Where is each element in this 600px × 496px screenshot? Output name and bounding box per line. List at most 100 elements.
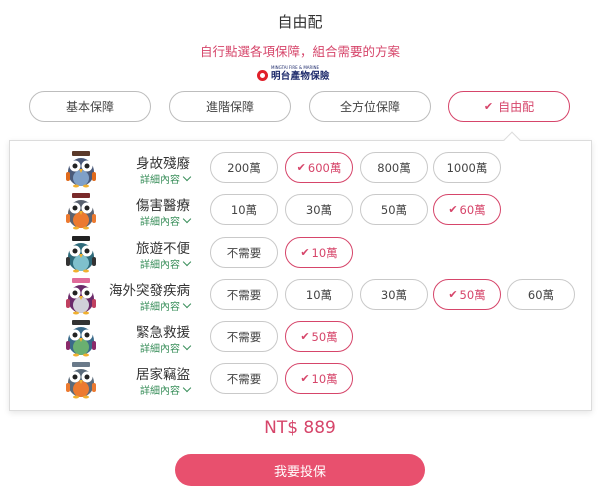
coverage-name: 旅遊不便	[136, 241, 190, 257]
coverage-option[interactable]: 50萬	[360, 194, 428, 225]
insurer-logo: MINGTAI FIRE & MARINE 明台產物保險	[257, 65, 335, 83]
page-subtitle: 自行點選各項保障，組合需要的方案	[199, 44, 400, 59]
detail-label: 詳細內容	[140, 175, 180, 186]
option-label: 10萬	[311, 371, 338, 386]
option-label: 50萬	[380, 202, 408, 217]
coverage-row: 傷害醫療詳細內容 10萬 30萬 50萬 ✔ 60萬	[0, 190, 600, 230]
owl-burglary-icon	[62, 361, 100, 399]
tab-comprehensive[interactable]: 全方位保障	[309, 91, 431, 122]
detail-link[interactable]: 詳細內容	[140, 298, 192, 313]
coverage-name: 身故殘廢	[136, 156, 190, 172]
option-label: 800萬	[377, 160, 411, 175]
option-label: 30萬	[305, 202, 333, 217]
option-label: 600萬	[307, 160, 342, 175]
panel-border	[519, 140, 592, 141]
coverage-option[interactable]: 不需要	[210, 363, 278, 394]
total-price: NT$ 889	[264, 418, 336, 438]
detail-link[interactable]: 詳細內容	[140, 171, 192, 186]
tab-custom[interactable]: ✔ 自由配	[448, 91, 570, 122]
owl-emergency-icon	[62, 319, 100, 357]
option-label: 不需要	[226, 287, 262, 302]
detail-label: 詳細內容	[140, 217, 180, 228]
check-icon: ✔	[483, 100, 494, 113]
detail-label: 詳細內容	[140, 344, 180, 355]
chevron-down-icon	[182, 383, 192, 392]
coverage-option[interactable]: 不需要	[210, 321, 278, 352]
detail-label: 詳細內容	[140, 260, 180, 271]
coverage-name: 傷害醫療	[136, 198, 190, 214]
coverage-option[interactable]: 30萬	[360, 279, 428, 310]
chevron-down-icon	[182, 341, 192, 350]
option-label: 不需要	[226, 245, 262, 260]
plan-tabs: 基本保障 進階保障 全方位保障 ✔ 自由配	[0, 91, 600, 123]
option-label: 不需要	[226, 371, 262, 386]
coverage-row: 緊急救援詳細內容 不需要 ✔ 50萬	[0, 317, 600, 357]
logo-english-text: MINGTAI FIRE & MARINE	[271, 65, 320, 70]
coverage-option[interactable]: 不需要	[210, 237, 278, 268]
coverage-option[interactable]: ✔ 50萬	[285, 321, 353, 352]
owl-medical-icon	[62, 192, 100, 230]
coverage-option[interactable]: ✔ 10萬	[285, 363, 353, 394]
coverage-option[interactable]: 不需要	[210, 279, 278, 310]
detail-link[interactable]: 詳細內容	[140, 340, 192, 355]
option-label: 10萬	[230, 202, 258, 217]
detail-label: 詳細內容	[140, 302, 180, 313]
logo-mark-icon	[257, 69, 268, 81]
coverage-row: 身故殘廢詳細內容 200萬 ✔ 600萬 800萬 1000萬	[0, 148, 600, 188]
owl-travel-icon	[62, 235, 100, 273]
check-icon: ✔	[296, 161, 306, 174]
owl-death-disability-icon	[62, 150, 100, 188]
option-label: 60萬	[527, 287, 555, 302]
coverage-row: 居家竊盜詳細內容 不需要 ✔ 10萬	[0, 359, 600, 399]
apply-button[interactable]: 我要投保	[175, 454, 425, 486]
check-icon: ✔	[448, 288, 458, 301]
detail-link[interactable]: 詳細內容	[140, 256, 192, 271]
page-title: 自由配	[277, 13, 323, 31]
panel-border	[9, 140, 507, 141]
tab-label: 全方位保障	[339, 100, 400, 114]
option-label: 10萬	[305, 287, 333, 302]
option-label: 10萬	[311, 245, 338, 260]
coverage-name: 海外突發疾病	[109, 283, 190, 299]
detail-label: 詳細內容	[140, 386, 180, 397]
tab-label: 自由配	[498, 100, 535, 114]
detail-link[interactable]: 詳細內容	[140, 382, 192, 397]
coverage-option[interactable]: ✔ 10萬	[285, 237, 353, 268]
tab-label: 進階保障	[205, 100, 254, 114]
chevron-down-icon	[182, 214, 192, 223]
option-label: 1000萬	[446, 160, 488, 175]
coverage-option[interactable]: 1000萬	[433, 152, 501, 183]
option-label: 50萬	[311, 329, 338, 344]
coverage-option[interactable]: 10萬	[285, 279, 353, 310]
option-label: 不需要	[226, 329, 262, 344]
coverage-option[interactable]: 200萬	[210, 152, 278, 183]
coverage-option[interactable]: 30萬	[285, 194, 353, 225]
coverage-row: 海外突發疾病詳細內容 不需要 10萬 30萬 ✔ 50萬 60萬	[0, 275, 600, 315]
tab-label: 基本保障	[65, 100, 114, 114]
option-label: 50萬	[459, 287, 486, 302]
tab-basic[interactable]: 基本保障	[29, 91, 151, 122]
coverage-option[interactable]: 800萬	[360, 152, 428, 183]
coverage-name: 緊急救援	[136, 325, 190, 341]
option-label: 60萬	[459, 202, 486, 217]
coverage-option[interactable]: ✔ 60萬	[433, 194, 501, 225]
owl-overseas-illness-icon	[62, 277, 100, 315]
check-icon: ✔	[300, 330, 310, 343]
check-icon: ✔	[300, 246, 310, 259]
coverage-name: 居家竊盜	[136, 367, 190, 383]
tab-advanced[interactable]: 進階保障	[169, 91, 291, 122]
coverage-option[interactable]: 10萬	[210, 194, 278, 225]
chevron-down-icon	[182, 257, 192, 266]
chevron-down-icon	[182, 299, 192, 308]
logo-text: 明台產物保險	[271, 71, 330, 83]
check-icon: ✔	[448, 203, 458, 216]
option-label: 200萬	[227, 160, 261, 175]
option-label: 30萬	[380, 287, 408, 302]
chevron-down-icon	[182, 172, 192, 181]
coverage-option[interactable]: ✔ 50萬	[433, 279, 501, 310]
coverage-option[interactable]: 60萬	[507, 279, 575, 310]
check-icon: ✔	[300, 372, 310, 385]
coverage-option[interactable]: ✔ 600萬	[285, 152, 353, 183]
detail-link[interactable]: 詳細內容	[140, 213, 192, 228]
coverage-row: 旅遊不便詳細內容 不需要 ✔ 10萬	[0, 233, 600, 273]
